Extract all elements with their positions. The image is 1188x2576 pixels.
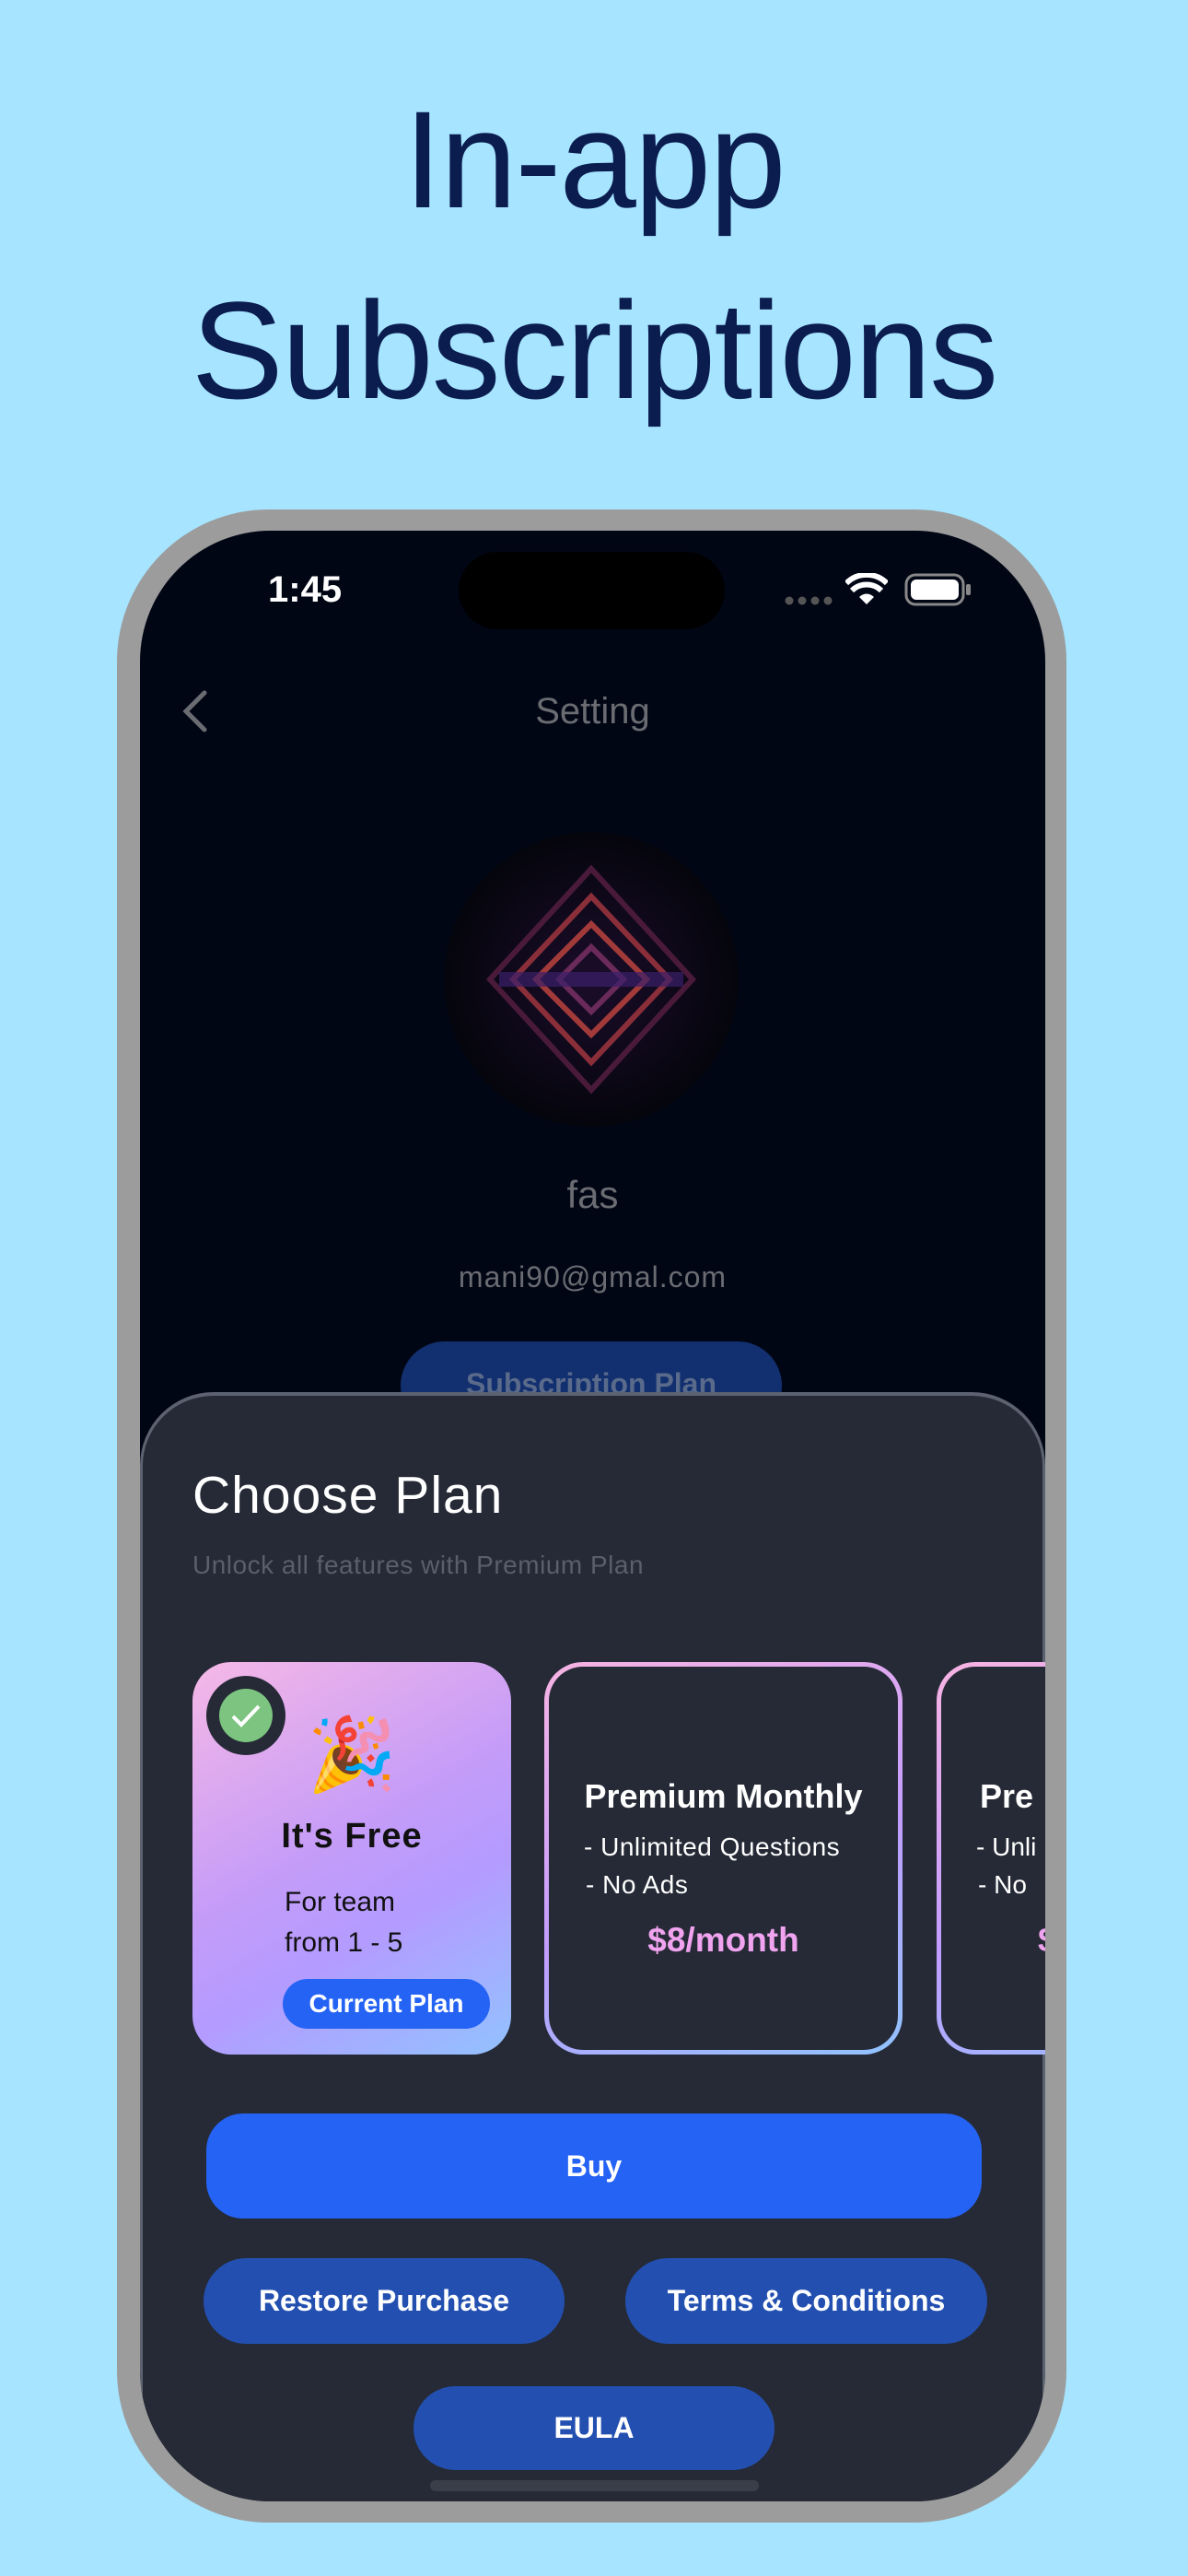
plan-feature: - No Ads — [586, 1870, 689, 1899]
sheet-title: Choose Plan — [192, 1466, 504, 1525]
profile-name: fas — [566, 1173, 619, 1216]
status-time: 1:45 — [268, 569, 343, 610]
terms-conditions-button[interactable]: Terms & Conditions — [625, 2258, 987, 2344]
plan-line-2: from 1 - 5 — [285, 1927, 403, 1958]
home-indicator — [430, 2480, 759, 2491]
wifi-icon — [844, 571, 890, 611]
plan-title: Premium Monthly — [584, 1777, 863, 1815]
avatar[interactable] — [444, 832, 739, 1127]
cellular-dots-icon — [785, 594, 833, 611]
buy-button[interactable]: Buy — [206, 2113, 982, 2219]
dynamic-island — [459, 552, 725, 629]
headline-line-2: Subscriptions — [191, 273, 998, 427]
battery-icon — [904, 573, 973, 611]
nav-title: Setting — [535, 691, 650, 732]
eula-button[interactable]: EULA — [413, 2386, 775, 2470]
plan-feature: - Unli — [976, 1832, 1037, 1861]
plan-price: $8/month — [647, 1921, 799, 1959]
headline-line-1: In-app — [403, 82, 786, 237]
plan-card-free[interactable]: 🎉 It's Free For team from 1 - 5 Current … — [192, 1662, 511, 2055]
plan-card-premium-monthly[interactable]: Premium Monthly - Unlimited Questions - … — [544, 1662, 903, 2055]
restore-purchase-button[interactable]: Restore Purchase — [204, 2258, 565, 2344]
plan-feature: - Unlimited Questions — [584, 1832, 841, 1861]
sheet-subtitle: Unlock all features with Premium Plan — [192, 1551, 645, 1579]
party-popper-icon: 🎉 — [307, 1714, 397, 1795]
plan-title: Pre — [980, 1777, 1034, 1815]
plan-feature: - No — [978, 1870, 1027, 1899]
plan-price: $ — [1038, 1921, 1045, 1960]
choose-plan-sheet: Choose Plan Unlock all features with Pre… — [140, 1392, 1045, 2501]
plan-title: It's Free — [281, 1817, 423, 1856]
profile-email: mani90@gmal.com — [458, 1260, 728, 1294]
current-plan-badge: Current Plan — [283, 1979, 490, 2029]
phone-screen: 1:45 Setting fas mani90@gmal.com Subscri… — [140, 531, 1045, 2501]
plan-line-1: For team — [285, 1887, 396, 1917]
plan-card-third[interactable]: Pre - Unli - No $ — [937, 1662, 1045, 2055]
